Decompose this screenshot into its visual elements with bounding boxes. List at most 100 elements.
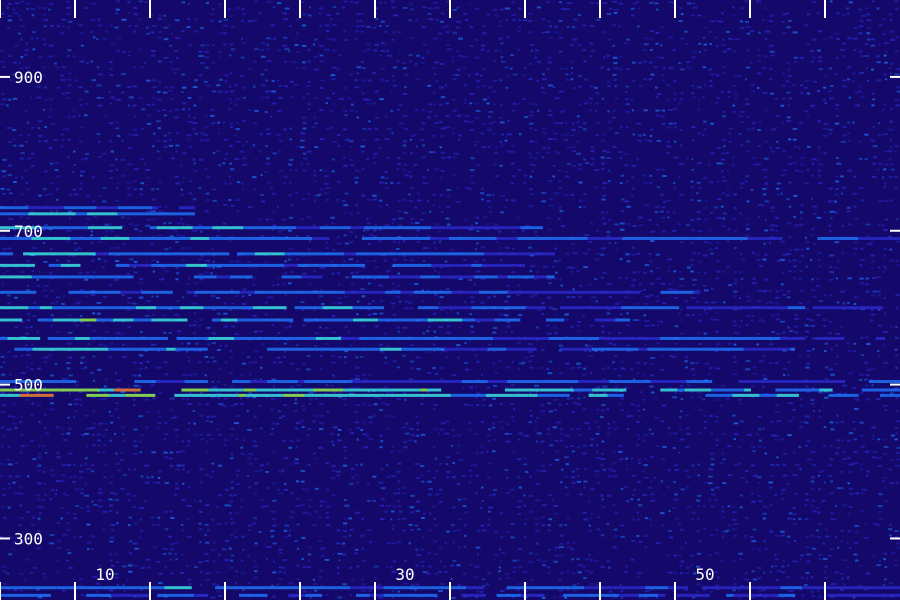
noise-speck xyxy=(114,432,117,435)
noise-speck xyxy=(643,398,646,401)
noise-speck xyxy=(642,470,645,473)
noise-speck xyxy=(416,434,419,437)
noise-speck xyxy=(812,38,817,41)
noise-speck xyxy=(14,199,17,202)
noise-speck xyxy=(620,313,623,316)
noise-speck xyxy=(312,126,316,129)
noise-speck xyxy=(594,277,598,280)
noise-speck xyxy=(576,115,580,118)
noise-speck xyxy=(151,79,157,82)
noise-speck xyxy=(90,230,93,233)
noise-speck xyxy=(709,181,714,184)
noise-speck xyxy=(644,476,649,479)
noise-speck xyxy=(632,224,637,227)
noise-speck xyxy=(428,103,433,106)
noise-speck xyxy=(228,494,234,497)
noise-speck xyxy=(680,319,683,322)
noise-speck xyxy=(446,325,450,328)
noise-speck xyxy=(20,193,24,196)
noise-speck xyxy=(55,259,59,262)
noise-speck xyxy=(157,157,161,160)
noise-speck xyxy=(859,421,864,424)
noise-speck xyxy=(110,150,115,153)
noise-speck xyxy=(714,318,720,321)
noise-speck xyxy=(162,278,165,281)
noise-speck xyxy=(122,242,126,245)
noise-speck xyxy=(721,506,725,509)
noise-speck xyxy=(510,182,515,185)
noise-speck xyxy=(128,12,131,15)
noise-speck xyxy=(613,67,619,70)
noise-speck xyxy=(230,452,233,455)
noise-speck xyxy=(182,102,187,105)
noise-speck xyxy=(828,128,833,131)
noise-speck xyxy=(548,518,552,521)
noise-speck xyxy=(764,218,767,221)
noise-speck xyxy=(192,324,197,327)
noise-speck xyxy=(865,474,869,477)
noise-speck xyxy=(762,187,767,190)
noise-speck xyxy=(224,488,229,491)
noise-speck xyxy=(678,61,681,64)
noise-speck xyxy=(402,517,407,520)
noise-speck xyxy=(475,386,478,389)
noise-speck xyxy=(535,326,539,329)
noise-speck xyxy=(24,49,29,52)
noise-speck xyxy=(307,108,310,111)
noise-speck xyxy=(162,14,167,17)
noise-speck xyxy=(114,235,120,238)
noise-speck xyxy=(774,434,779,437)
noise-speck xyxy=(829,266,833,269)
noise-speck xyxy=(524,470,529,473)
noise-speck xyxy=(6,6,10,9)
noise-speck xyxy=(547,529,552,532)
noise-speck xyxy=(116,134,121,137)
noise-speck xyxy=(638,61,643,64)
noise-speck xyxy=(102,200,107,203)
noise-speck xyxy=(620,174,624,177)
noise-speck xyxy=(433,330,436,333)
noise-speck xyxy=(210,356,215,359)
noise-speck xyxy=(564,475,569,478)
noise-speck xyxy=(205,450,208,453)
noise-speck xyxy=(408,200,414,203)
noise-speck xyxy=(565,493,569,496)
noise-speck xyxy=(252,314,257,317)
noise-speck xyxy=(1,426,5,429)
noise-speck xyxy=(535,440,539,443)
noise-speck xyxy=(216,296,221,299)
noise-speck xyxy=(780,187,784,190)
noise-speck xyxy=(198,50,203,53)
noise-speck xyxy=(612,73,617,76)
noise-speck xyxy=(157,127,162,130)
noise-speck xyxy=(638,391,644,394)
noise-speck xyxy=(636,420,640,423)
noise-speck xyxy=(181,247,186,250)
noise-speck xyxy=(708,482,713,485)
noise-speck xyxy=(78,140,83,143)
noise-speck xyxy=(835,188,839,191)
noise-speck xyxy=(517,476,521,479)
noise-speck xyxy=(673,187,677,190)
noise-speck xyxy=(78,86,83,89)
noise-speck xyxy=(97,368,102,371)
noise-speck xyxy=(186,398,189,401)
noise-speck xyxy=(415,234,419,237)
noise-speck xyxy=(523,457,527,460)
noise-speck xyxy=(884,487,887,490)
noise-speck xyxy=(739,182,745,185)
noise-speck xyxy=(115,402,119,405)
noise-speck xyxy=(872,434,875,437)
noise-speck xyxy=(894,259,899,262)
noise-speck xyxy=(181,1,186,4)
noise-speck xyxy=(211,332,217,335)
noise-speck xyxy=(499,360,502,363)
noise-speck xyxy=(728,140,732,143)
noise-speck xyxy=(590,512,594,515)
noise-speck xyxy=(368,421,374,424)
noise-speck xyxy=(109,510,113,513)
noise-speck xyxy=(830,348,834,351)
noise-speck xyxy=(284,48,290,51)
noise-speck xyxy=(452,109,457,112)
noise-speck xyxy=(385,427,389,430)
